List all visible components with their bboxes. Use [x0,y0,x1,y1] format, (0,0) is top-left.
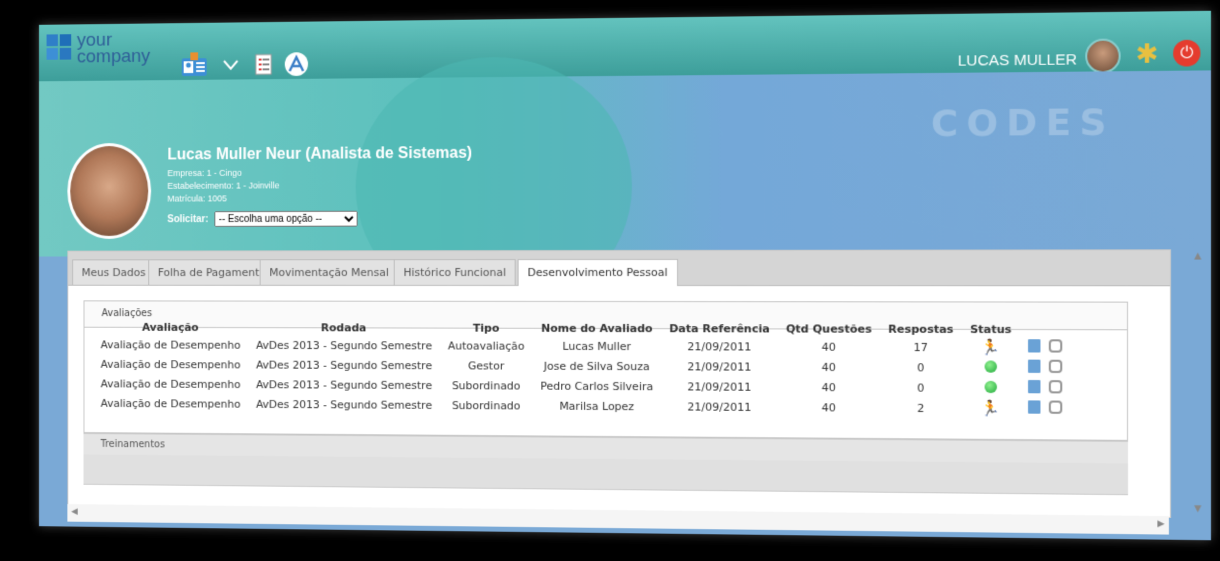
cell-rodada: AvDes 2013 - Segundo Semestre [255,397,433,412]
username[interactable]: LUCAS MULLER [958,51,1077,69]
cell-qtd: 40 [821,340,836,354]
logo-line-2: company [76,46,151,68]
tab-historico-funcional[interactable]: Histórico Funcional [393,259,516,285]
cell-respostas: 0 [917,360,925,374]
vertical-scrollbar[interactable]: ▲ ▼ [1192,249,1207,516]
col-status: Status [970,322,1012,337]
cell-avaliacao: Avaliação de Desempenho [100,396,241,411]
cell-respostas: 0 [917,380,925,395]
employee-name: Lucas Muller Neur (Analista de Sistemas) [167,144,473,164]
cell-actions [1020,358,1071,379]
cell-rodada: AvDes 2013 - Segundo Semestre [255,358,433,372]
col-nome: Nome do Avaliado [541,321,653,336]
print-icon[interactable] [1048,339,1063,353]
cell-respostas: 2 [917,401,925,415]
scroll-down-icon[interactable]: ▼ [1194,504,1201,514]
top-bar: your company LUCAS MULLER ✱ ⏻ [38,10,1212,82]
edit-icon[interactable] [1028,400,1041,414]
contact-card-icon[interactable] [180,52,209,78]
content-panel: Meus Dados Folha de Pagamento Movimentaç… [67,249,1172,519]
empresa-info: Empresa: 1 - Cingo [167,167,242,179]
edit-icon[interactable] [1028,359,1041,373]
tab-movimentacao-mensal[interactable]: Movimentação Mensal [259,259,399,285]
cell-data: 21/09/2011 [687,359,752,374]
cell-data: 21/09/2011 [687,339,752,354]
cell-actions [1020,398,1071,419]
print-icon[interactable] [1048,400,1063,414]
cell-qtd: 40 [821,360,836,374]
cell-actions [1020,378,1071,399]
avaliacoes-table: Avaliação Rodada Tipo Nome do Avaliado D… [93,320,1071,419]
logo-text: your company [76,30,151,68]
green-dot-icon [984,380,997,393]
tab-desenvolvimento-pessoal[interactable]: Desenvolvimento Pessoal [517,258,678,287]
cell-respostas: 17 [913,340,928,354]
power-icon[interactable]: ⏻ [1173,39,1201,67]
tab-bar: Meus Dados Folha de Pagamento Movimentaç… [68,250,1170,287]
solicitar-label: Solicitar: [167,213,209,225]
logo-square [46,47,58,60]
user-avatar-icon[interactable] [1085,38,1121,74]
profile-photo [67,142,152,239]
col-tipo: Tipo [472,321,500,335]
cell-avaliacao: Avaliação de Desempenho [100,337,241,352]
cell-nome: Marilsa Lopez [559,399,635,413]
cell-status: 🏃 [962,337,1020,358]
logo-square [59,34,72,47]
col-qtd: Qtd Questões [785,322,872,336]
print-icon[interactable] [1048,380,1063,394]
col-data: Data Referência [669,322,770,336]
cell-avaliacao: Avaliação de Desempenho [100,357,241,371]
solicitar-row: Solicitar: -- Escolha uma opção -- [167,210,358,227]
estabelecimento-info: Estabelecimento: 1 - Joinville [167,180,280,191]
cell-qtd: 40 [821,380,836,394]
solicitar-select[interactable]: -- Escolha uma opção -- [213,210,358,227]
chevron-down-icon[interactable] [222,58,239,72]
cell-nome: Jose de Silva Souza [543,359,650,373]
cell-rodada: AvDes 2013 - Segundo Semestre [255,338,433,352]
logo-square [46,34,58,47]
pdf-icon[interactable] [284,51,309,77]
cell-status [962,357,1020,378]
scroll-right-icon[interactable]: ▶ [1157,519,1164,529]
cell-tipo: Subordinado [451,398,521,412]
scroll-left-icon[interactable]: ◀ [71,507,78,517]
running-icon: 🏃 [981,338,1001,357]
cell-qtd: 40 [821,400,836,414]
cell-avaliacao: Avaliação de Desempenho [100,377,241,391]
cell-nome: Lucas Muller [562,339,632,353]
document-list-icon[interactable] [255,54,272,76]
cell-data: 21/09/2011 [687,379,752,394]
app-window: your company LUCAS MULLER ✱ ⏻ CODES Luca… [38,10,1212,541]
scroll-up-icon[interactable]: ▲ [1194,251,1201,261]
cell-rodada: AvDes 2013 - Segundo Semestre [255,377,433,392]
edit-icon[interactable] [1028,339,1041,353]
tab-folha-de-pagamento[interactable]: Folha de Pagamento [148,259,276,285]
codes-watermark: CODES [930,102,1115,146]
cell-tipo: Autoavaliação [447,339,525,353]
cell-status [962,378,1020,399]
cell-tipo: Gestor [468,358,505,373]
col-rodada: Rodada [320,321,367,335]
edit-icon[interactable] [1028,380,1041,394]
cell-nome: Pedro Carlos Silveira [540,379,654,393]
print-icon[interactable] [1048,359,1063,374]
matricula-info: Matrícula: 1005 [167,193,227,204]
col-respostas: Respostas [888,322,954,336]
running-icon: 🏃 [981,399,1001,418]
green-dot-icon [984,359,997,373]
settings-icon[interactable]: ✱ [1136,39,1159,70]
logo-square [59,47,72,60]
tab-meus-dados[interactable]: Meus Dados [72,259,156,285]
cell-data: 21/09/2011 [687,399,752,414]
col-actions [1020,322,1071,337]
cell-tipo: Subordinado [451,378,521,393]
cell-actions [1020,337,1071,358]
col-avaliacao: Avaliação [142,320,199,334]
cell-status: 🏃 [962,398,1020,419]
